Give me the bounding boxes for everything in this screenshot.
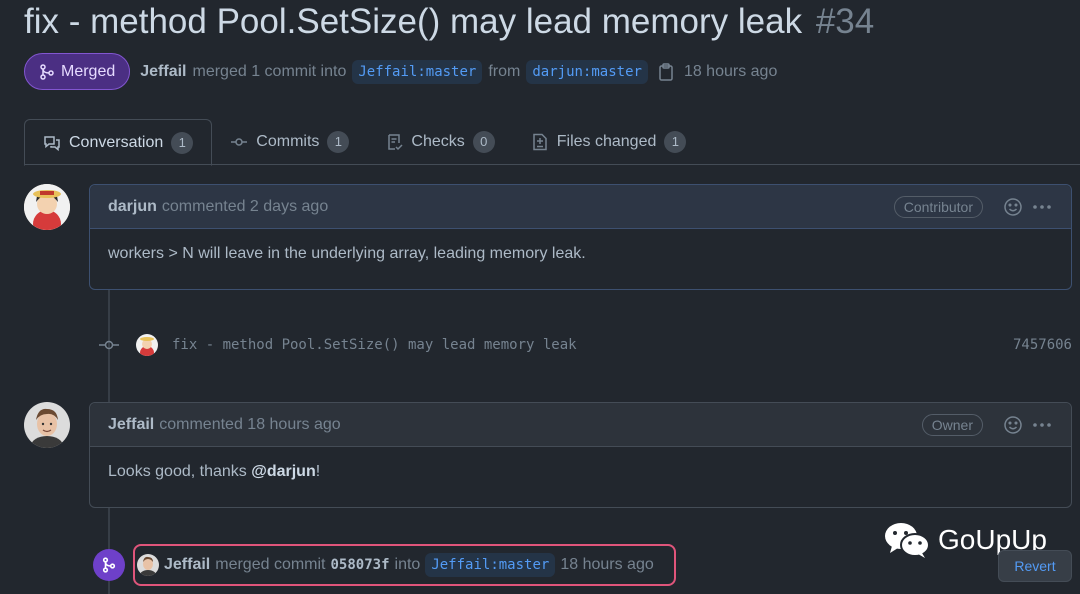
- file-diff-icon: [533, 133, 547, 151]
- comment-card: darjun commented 2 days ago Contributor …: [89, 184, 1072, 290]
- comment-card: Jeffail commented 18 hours ago Owner Loo…: [89, 402, 1072, 508]
- merge-commit-sha[interactable]: 058073f: [331, 557, 390, 573]
- comment-discussion-icon: [44, 135, 60, 151]
- pr-title: fix - method Pool.SetSize() may lead mem…: [24, 0, 874, 44]
- merge-text: merged commit: [215, 556, 326, 573]
- kebab-horizontal-icon[interactable]: [1031, 415, 1053, 435]
- copy-icon[interactable]: [658, 62, 674, 81]
- merger-name[interactable]: Jeffail: [140, 63, 186, 81]
- comment-text: Looks good, thanks: [108, 463, 252, 480]
- commit-message[interactable]: fix - method Pool.SetSize() may lead mem…: [172, 337, 577, 353]
- pr-title-text: fix - method Pool.SetSize() may lead mem…: [24, 2, 803, 41]
- pr-tabs: Conversation 1 Commits 1 Checks 0 Files …: [24, 119, 1080, 166]
- merge-author[interactable]: Jeffail: [164, 556, 210, 574]
- commit-row: fix - method Pool.SetSize() may lead mem…: [97, 331, 1072, 359]
- tab-commits[interactable]: Commits 1: [212, 119, 367, 165]
- revert-button[interactable]: Revert: [998, 550, 1072, 582]
- merge-event: Jeffail merged commit 058073f into Jeffa…: [133, 544, 676, 586]
- tab-files-changed[interactable]: Files changed 1: [513, 119, 705, 165]
- tab-label: Commits: [256, 133, 320, 150]
- comment-body: workers > N will leave in the underlying…: [108, 245, 586, 262]
- checklist-icon: [388, 134, 403, 151]
- tab-label: Conversation: [69, 133, 164, 151]
- avatar[interactable]: [24, 402, 70, 448]
- from-text: from: [488, 62, 521, 80]
- role-label: Contributor: [893, 195, 983, 218]
- git-merge-icon: [40, 63, 54, 80]
- merge-time: 18 hours ago: [683, 62, 778, 80]
- base-branch[interactable]: Jeffail:master: [352, 59, 483, 84]
- user-mention[interactable]: @darjun: [251, 463, 316, 480]
- git-merge-icon: [93, 549, 125, 581]
- comment-header: Jeffail commented 18 hours ago Owner: [90, 403, 1071, 447]
- avatar[interactable]: [24, 184, 70, 230]
- avatar[interactable]: [137, 554, 159, 576]
- wechat-icon: [885, 523, 930, 558]
- git-commit-icon: [231, 138, 248, 146]
- commit-sha[interactable]: 7457606: [1013, 337, 1072, 353]
- pr-meta: Merged Jeffail merged 1 commit into Jeff…: [24, 53, 777, 90]
- comment-author[interactable]: Jeffail: [108, 416, 154, 434]
- kebab-horizontal-icon[interactable]: [1031, 197, 1053, 217]
- tab-checks[interactable]: Checks 0: [367, 119, 512, 165]
- pr-number: #34: [815, 2, 875, 41]
- smiley-icon[interactable]: [1003, 415, 1023, 435]
- comment-text-end: !: [315, 463, 321, 480]
- tab-counter: 1: [664, 131, 687, 153]
- merged-state-badge: Merged: [24, 53, 131, 90]
- role-label: Owner: [921, 413, 983, 436]
- tab-conversation[interactable]: Conversation 1: [24, 119, 213, 166]
- into-text: into: [394, 556, 421, 573]
- merge-event-time[interactable]: 18 hours ago: [560, 556, 653, 574]
- tab-label: Checks: [411, 133, 465, 150]
- comment-author[interactable]: darjun: [108, 198, 157, 216]
- merge-target-branch[interactable]: Jeffail:master: [425, 553, 556, 577]
- comment-timestamp[interactable]: commented 18 hours ago: [159, 416, 340, 434]
- smiley-icon[interactable]: [1003, 197, 1023, 217]
- merged-state-label: Merged: [61, 62, 116, 80]
- merged-text: merged 1 commit into: [192, 62, 347, 80]
- comment-header: darjun commented 2 days ago Contributor: [90, 185, 1071, 229]
- tab-counter: 1: [171, 131, 194, 154]
- head-branch[interactable]: darjun:master: [526, 59, 648, 84]
- comment-timestamp[interactable]: commented 2 days ago: [162, 198, 328, 216]
- tab-label: Files changed: [556, 133, 657, 150]
- git-commit-icon: [97, 338, 121, 352]
- tab-counter: 1: [327, 131, 350, 153]
- avatar[interactable]: [136, 334, 158, 356]
- merge-summary: Jeffail merged 1 commit into Jeffail:mas…: [140, 59, 778, 84]
- tab-counter: 0: [472, 131, 495, 153]
- comment-body: Looks good, thanks @darjun!: [90, 447, 1071, 498]
